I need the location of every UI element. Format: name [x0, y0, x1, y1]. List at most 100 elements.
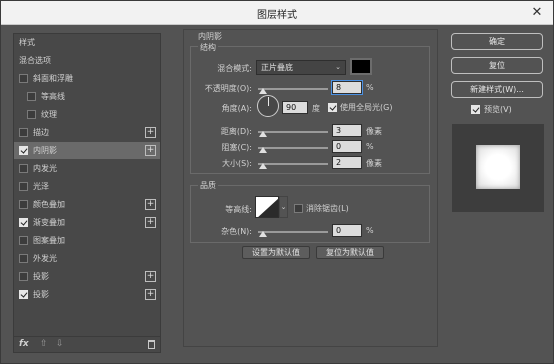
drop-shadow-2-checkbox[interactable]	[19, 290, 28, 299]
pattern-overlay-checkbox[interactable]	[19, 236, 28, 245]
chevron-down-icon: ⌄	[335, 63, 341, 71]
opacity-input[interactable]: 8	[332, 81, 362, 94]
opacity-label: 不透明度(O):	[204, 84, 252, 93]
style-list-label: 纹理	[41, 110, 57, 119]
reset-button[interactable]: 复位	[451, 57, 543, 74]
structure-title: 结构	[198, 42, 218, 53]
contour-curve-icon	[258, 198, 278, 217]
style-list-item-outer-glow[interactable]: 外发光	[14, 250, 160, 267]
ok-button[interactable]: 确定	[451, 33, 543, 50]
add-stroke-icon[interactable]: +	[145, 127, 156, 138]
set-default-button[interactable]: 设置为默认值	[242, 246, 310, 259]
style-list-item-stroke[interactable]: 描边 +	[14, 124, 160, 141]
style-list-item-bevel-emboss[interactable]: 斜面和浮雕	[14, 70, 160, 87]
style-list-item-texture[interactable]: 纹理	[14, 106, 160, 123]
antialias-label: 消除锯齿(L)	[306, 204, 349, 213]
distance-slider-thumb[interactable]	[259, 131, 267, 137]
noise-slider-track[interactable]	[258, 231, 328, 233]
fx-icon[interactable]: fx	[19, 339, 29, 349]
trash-icon[interactable]	[148, 340, 155, 349]
distance-slider-track[interactable]	[258, 131, 328, 133]
preview-checkbox[interactable]	[471, 105, 480, 114]
style-list-item-gradient-overlay[interactable]: 渐变叠加 +	[14, 214, 160, 231]
opacity-slider-thumb[interactable]	[259, 88, 267, 94]
style-list-label: 描边	[33, 128, 49, 137]
style-preview-swatch	[476, 145, 520, 189]
style-list-label: 内发光	[33, 164, 57, 173]
add-drop-shadow-icon[interactable]: +	[145, 289, 156, 300]
style-list-item-contour[interactable]: 等高线	[14, 88, 160, 105]
style-list-item-drop-shadow-2[interactable]: 投影 +	[14, 286, 160, 303]
global-light-checkbox[interactable]	[328, 103, 337, 112]
noise-unit: %	[366, 226, 374, 235]
style-list-label: 样式	[19, 38, 35, 47]
contour-checkbox[interactable]	[27, 92, 36, 101]
inner-shadow-checkbox[interactable]	[19, 146, 28, 155]
noise-slider-thumb[interactable]	[259, 231, 267, 237]
angle-label: 角度(A):	[221, 104, 252, 113]
angle-dial[interactable]	[257, 95, 279, 117]
shadow-color-swatch[interactable]	[350, 58, 372, 75]
style-list-item-color-overlay[interactable]: 颜色叠加 +	[14, 196, 160, 213]
outer-glow-checkbox[interactable]	[19, 254, 28, 263]
style-list-label: 图案叠加	[33, 236, 65, 245]
opacity-unit: %	[366, 83, 374, 92]
add-inner-shadow-icon[interactable]: +	[145, 145, 156, 156]
distance-input[interactable]: 3	[332, 124, 362, 137]
choke-unit: %	[366, 142, 374, 151]
satin-checkbox[interactable]	[19, 182, 28, 191]
choke-slider-track[interactable]	[258, 147, 328, 149]
style-list-label: 投影	[33, 272, 49, 281]
move-down-icon[interactable]: ⇩	[56, 339, 64, 349]
move-up-icon[interactable]: ⇧	[40, 339, 48, 349]
contour-dropdown-arrow[interactable]: ⌄	[279, 196, 288, 218]
antialias-checkbox[interactable]	[294, 204, 303, 213]
bevel-emboss-checkbox[interactable]	[19, 74, 28, 83]
reset-default-button[interactable]: 复位为默认值	[316, 246, 384, 259]
angle-input[interactable]: 90	[282, 101, 308, 114]
layer-style-dialog: 图层样式 ✕ 样式 混合选项 斜面和浮雕 等高线 纹理 描边 + 内阴影 + 内…	[0, 0, 554, 364]
size-slider-track[interactable]	[258, 163, 328, 165]
contour-preview[interactable]	[255, 196, 279, 218]
style-list-label: 光泽	[33, 182, 49, 191]
close-icon[interactable]: ✕	[529, 5, 545, 21]
new-style-button[interactable]: 新建样式(W)...	[451, 81, 543, 98]
title-bar: 图层样式 ✕	[1, 1, 553, 25]
distance-unit: 像素	[366, 127, 382, 136]
gradient-overlay-checkbox[interactable]	[19, 218, 28, 227]
blend-mode-value: 正片叠底	[261, 63, 293, 72]
opacity-slider-track[interactable]	[258, 88, 328, 90]
texture-checkbox[interactable]	[27, 110, 36, 119]
style-list-item-pattern-overlay[interactable]: 图案叠加	[14, 232, 160, 249]
style-list-label: 斜面和浮雕	[33, 74, 73, 83]
color-overlay-checkbox[interactable]	[19, 200, 28, 209]
global-light-label: 使用全局光(G)	[340, 103, 393, 112]
style-list-label: 混合选项	[19, 56, 51, 65]
style-list-item-styles[interactable]: 样式	[14, 34, 160, 51]
size-label: 大小(S):	[221, 159, 252, 168]
stroke-checkbox[interactable]	[19, 128, 28, 137]
style-list-item-drop-shadow-1[interactable]: 投影 +	[14, 268, 160, 285]
add-gradient-overlay-icon[interactable]: +	[145, 217, 156, 228]
style-list-label: 颜色叠加	[33, 200, 65, 209]
section-title: 内阴影	[198, 32, 222, 41]
choke-slider-thumb[interactable]	[259, 147, 267, 153]
style-list-item-inner-shadow[interactable]: 内阴影 +	[14, 142, 160, 159]
style-list-item-blending-options[interactable]: 混合选项	[14, 52, 160, 69]
inner-shadow-panel: 内阴影 结构 混合模式: 正片叠底 ⌄ 不透明度(O): 8 % 角度(A): …	[183, 29, 438, 347]
distance-label: 距离(D):	[220, 127, 252, 136]
drop-shadow-1-checkbox[interactable]	[19, 272, 28, 281]
inner-glow-checkbox[interactable]	[19, 164, 28, 173]
size-slider-thumb[interactable]	[259, 163, 267, 169]
choke-input[interactable]: 0	[332, 140, 362, 153]
style-list-label: 渐变叠加	[33, 218, 65, 227]
size-input[interactable]: 2	[332, 156, 362, 169]
noise-input[interactable]: 0	[332, 224, 362, 237]
style-list-item-inner-glow[interactable]: 内发光	[14, 160, 160, 177]
blend-mode-select[interactable]: 正片叠底 ⌄	[256, 60, 346, 75]
add-drop-shadow-icon[interactable]: +	[145, 271, 156, 282]
style-list: 样式 混合选项 斜面和浮雕 等高线 纹理 描边 + 内阴影 + 内发光 光泽 颜…	[13, 33, 161, 353]
choke-label: 阻塞(C):	[221, 143, 252, 152]
style-list-item-satin[interactable]: 光泽	[14, 178, 160, 195]
add-color-overlay-icon[interactable]: +	[145, 199, 156, 210]
